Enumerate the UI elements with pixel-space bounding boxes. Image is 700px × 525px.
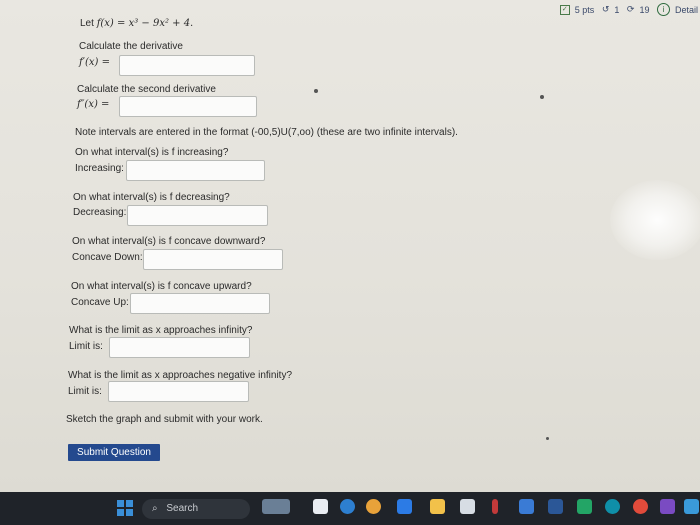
problem-statement: Let f(x) = x³ − 9x² + 4. — [80, 18, 193, 30]
word-icon[interactable] — [548, 499, 563, 514]
concave-up-input[interactable] — [130, 293, 270, 314]
screen-speck — [314, 89, 318, 93]
edge-icon[interactable] — [605, 499, 620, 514]
excel-icon[interactable] — [577, 499, 592, 514]
search-icon: ⌕ — [152, 503, 158, 514]
concave-up-label: Concave Up: — [71, 297, 129, 308]
derivative-input[interactable] — [119, 55, 255, 76]
app-icon[interactable] — [340, 499, 355, 514]
second-derivative-label: f″(x) = — [77, 99, 110, 110]
browser-icon[interactable] — [366, 499, 381, 514]
screen-speck — [546, 437, 549, 440]
limit-pos-label: Limit is: — [69, 341, 103, 352]
decreasing-input[interactable] — [127, 205, 268, 226]
app-icon[interactable] — [313, 499, 328, 514]
second-derivative-input[interactable] — [119, 96, 257, 117]
store-icon[interactable] — [460, 499, 475, 514]
sketch-instruction: Sketch the graph and submit with your wo… — [66, 414, 263, 425]
limit-neg-label: Limit is: — [68, 386, 102, 397]
concave-up-prompt: On what interval(s) is f concave upward? — [71, 281, 252, 292]
app-icon[interactable] — [660, 499, 675, 514]
concave-down-prompt: On what interval(s) is f concave downwar… — [72, 236, 266, 247]
limit-pos-input[interactable] — [109, 337, 250, 358]
question-meta-bar: ✓ 5 pts ↺ 1 ⟳ 19 i Detail — [555, 3, 698, 16]
search-placeholder: Search — [166, 503, 199, 514]
app-icon[interactable] — [684, 499, 699, 514]
second-derivative-prompt: Calculate the second derivative — [77, 84, 216, 95]
widgets-icon[interactable] — [262, 499, 290, 514]
interval-format-note: Note intervals are entered in the format… — [75, 127, 458, 138]
submit-question-button[interactable]: Submit Question — [68, 444, 160, 461]
taskbar-search[interactable]: ⌕ Search — [142, 499, 250, 519]
info-icon[interactable]: i — [656, 3, 670, 16]
points-label: 5 pts — [574, 4, 595, 15]
details-link[interactable]: Detail — [675, 5, 698, 15]
undo-icon[interactable]: ↺ — [602, 4, 610, 15]
file-explorer-icon[interactable] — [430, 499, 445, 514]
derivative-prompt: Calculate the derivative — [79, 41, 183, 52]
app-icon[interactable] — [492, 499, 498, 514]
retry-count: 19 — [639, 4, 650, 15]
limit-pos-prompt: What is the limit as x approaches infini… — [69, 325, 253, 336]
concave-down-input[interactable] — [143, 249, 283, 270]
checklist-icon: ✓ — [559, 4, 570, 15]
increasing-input[interactable] — [126, 160, 265, 181]
undo-count: 1 — [614, 4, 620, 15]
mail-icon[interactable] — [397, 499, 412, 514]
derivative-label: f′(x) = — [79, 57, 110, 68]
statement-prefix: Let — [80, 18, 94, 29]
decreasing-label: Decreasing: — [73, 207, 127, 218]
screen-glare — [610, 180, 700, 260]
concave-down-label: Concave Down: — [72, 252, 143, 263]
chrome-icon[interactable] — [633, 499, 648, 514]
increasing-prompt: On what interval(s) is f increasing? — [75, 147, 229, 158]
limit-neg-input[interactable] — [108, 381, 249, 402]
function-definition: f(x) = x³ − 9x² + 4. — [96, 18, 194, 29]
decreasing-prompt: On what interval(s) is f decreasing? — [73, 192, 230, 203]
screen-speck — [540, 95, 544, 99]
windows-start-icon[interactable] — [117, 500, 133, 516]
increasing-label: Increasing: — [75, 163, 124, 174]
app-icon[interactable] — [519, 499, 534, 514]
retry-icon[interactable]: ⟳ — [627, 4, 635, 15]
